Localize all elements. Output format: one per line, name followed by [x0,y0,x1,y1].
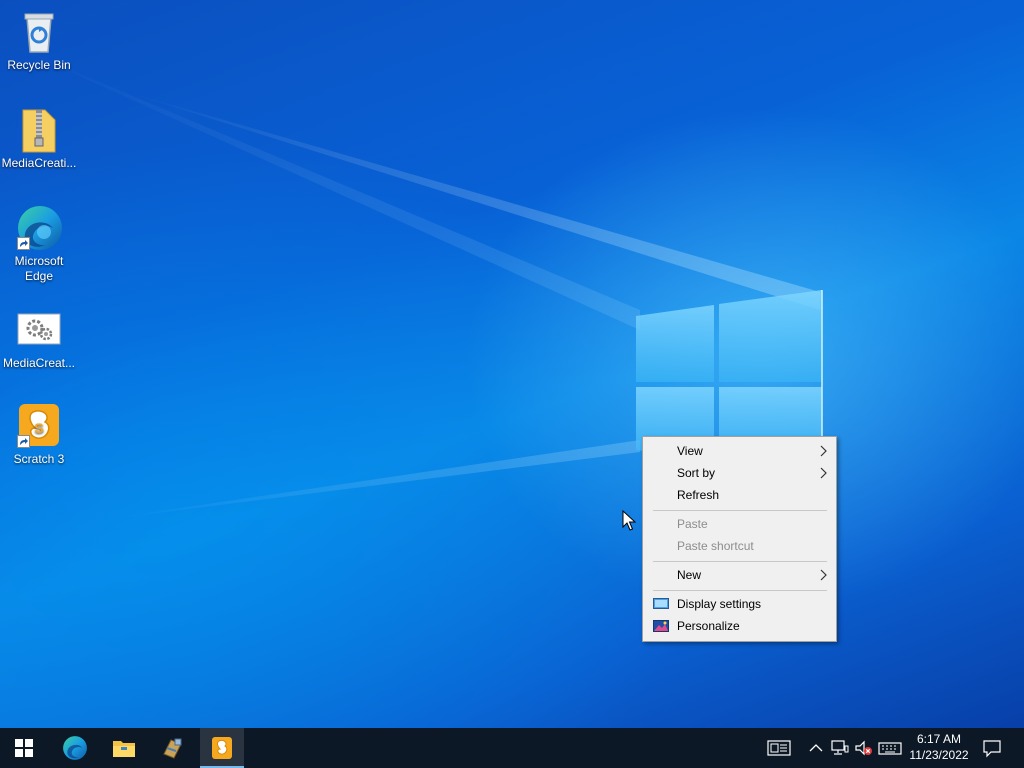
shortcut-arrow-icon [17,435,30,448]
clock-date: 11/23/2022 [909,748,969,762]
menu-item-label: Refresh [677,488,720,502]
menu-item-label: Personalize [677,619,740,633]
desktop-icon-label: MediaCreati... [1,156,77,170]
menu-item-view[interactable]: View [643,440,836,462]
taskbar: 6:17 AM 11/23/2022 [0,728,1024,768]
desktop-icon-label: Scratch 3 [13,452,65,466]
clock-time: 6:17 AM [916,732,962,746]
scratch-icon: S [15,402,63,450]
chevron-right-icon [820,569,827,581]
desktop-icon-label: Microsoft Edge [14,254,64,283]
desktop-context-menu: View Sort by Refresh Paste Paste shortcu… [642,436,837,642]
menu-item-refresh[interactable]: Refresh [643,484,836,506]
setup-app-icon [163,738,182,759]
menu-separator [653,590,827,591]
desktop-icon-recycle-bin[interactable]: Recycle Bin [0,8,78,73]
desktop-icon-label: MediaCreat... [2,356,76,370]
scratch-icon [212,737,232,759]
svg-text:S: S [34,420,43,436]
setup-app-icon [15,306,63,354]
edge-icon [15,204,63,252]
menu-item-personalize[interactable]: Personalize [643,615,836,637]
chevron-right-icon [820,467,827,479]
menu-item-label: Display settings [677,597,762,611]
edge-icon [63,736,87,760]
windows-logo-wallpaper [636,290,823,460]
desktop-icon-mediacreation-tool[interactable]: MediaCreat... [0,306,78,371]
taskbar-file-explorer-button[interactable] [102,728,146,768]
taskbar-clock[interactable]: 6:17 AM 11/23/2022 [900,731,978,763]
shortcut-arrow-icon [17,237,30,250]
volume-muted-icon[interactable] [854,738,874,758]
taskbar-scratch-button[interactable] [200,728,244,768]
menu-item-label: Paste shortcut [677,539,754,553]
wallpaper-light-beams [0,40,820,520]
zip-folder-icon [15,106,63,154]
network-icon[interactable] [830,738,850,758]
taskbar-setup-app-button[interactable] [151,728,195,768]
menu-item-paste-shortcut[interactable]: Paste shortcut [643,535,836,557]
personalize-icon [653,620,669,632]
menu-item-label: Paste [677,517,708,531]
start-button[interactable] [2,728,46,768]
file-explorer-icon [113,741,135,757]
chevron-up-icon[interactable] [806,738,826,758]
menu-item-display-settings[interactable]: Display settings [643,593,836,615]
menu-separator [653,561,827,562]
display-settings-icon [653,598,669,609]
menu-separator [653,510,827,511]
menu-item-label: New [677,568,702,582]
menu-item-new[interactable]: New [643,564,836,586]
recycle-bin-icon [15,8,63,56]
news-widget-icon[interactable] [767,738,791,758]
chevron-right-icon [820,445,827,457]
desktop-icon-label: Recycle Bin [7,58,71,72]
desktop[interactable]: Recycle Bin MediaCreati... Microsoft Edg… [0,0,1024,728]
notification-icon[interactable] [982,738,1002,758]
desktop-icon-mediacreation-zip[interactable]: MediaCreati... [0,106,78,171]
desktop-icon-scratch-3[interactable]: S Scratch 3 [0,402,78,467]
mouse-cursor-icon [622,510,636,531]
menu-item-sort-by[interactable]: Sort by [643,462,836,484]
taskbar-edge-button[interactable] [53,728,97,768]
start-icon [15,739,33,757]
menu-item-label: View [677,444,703,458]
menu-item-label: Sort by [677,466,716,480]
desktop-icon-microsoft-edge[interactable]: Microsoft Edge [0,204,78,284]
menu-item-paste[interactable]: Paste [643,513,836,535]
keyboard-icon[interactable] [878,738,902,758]
